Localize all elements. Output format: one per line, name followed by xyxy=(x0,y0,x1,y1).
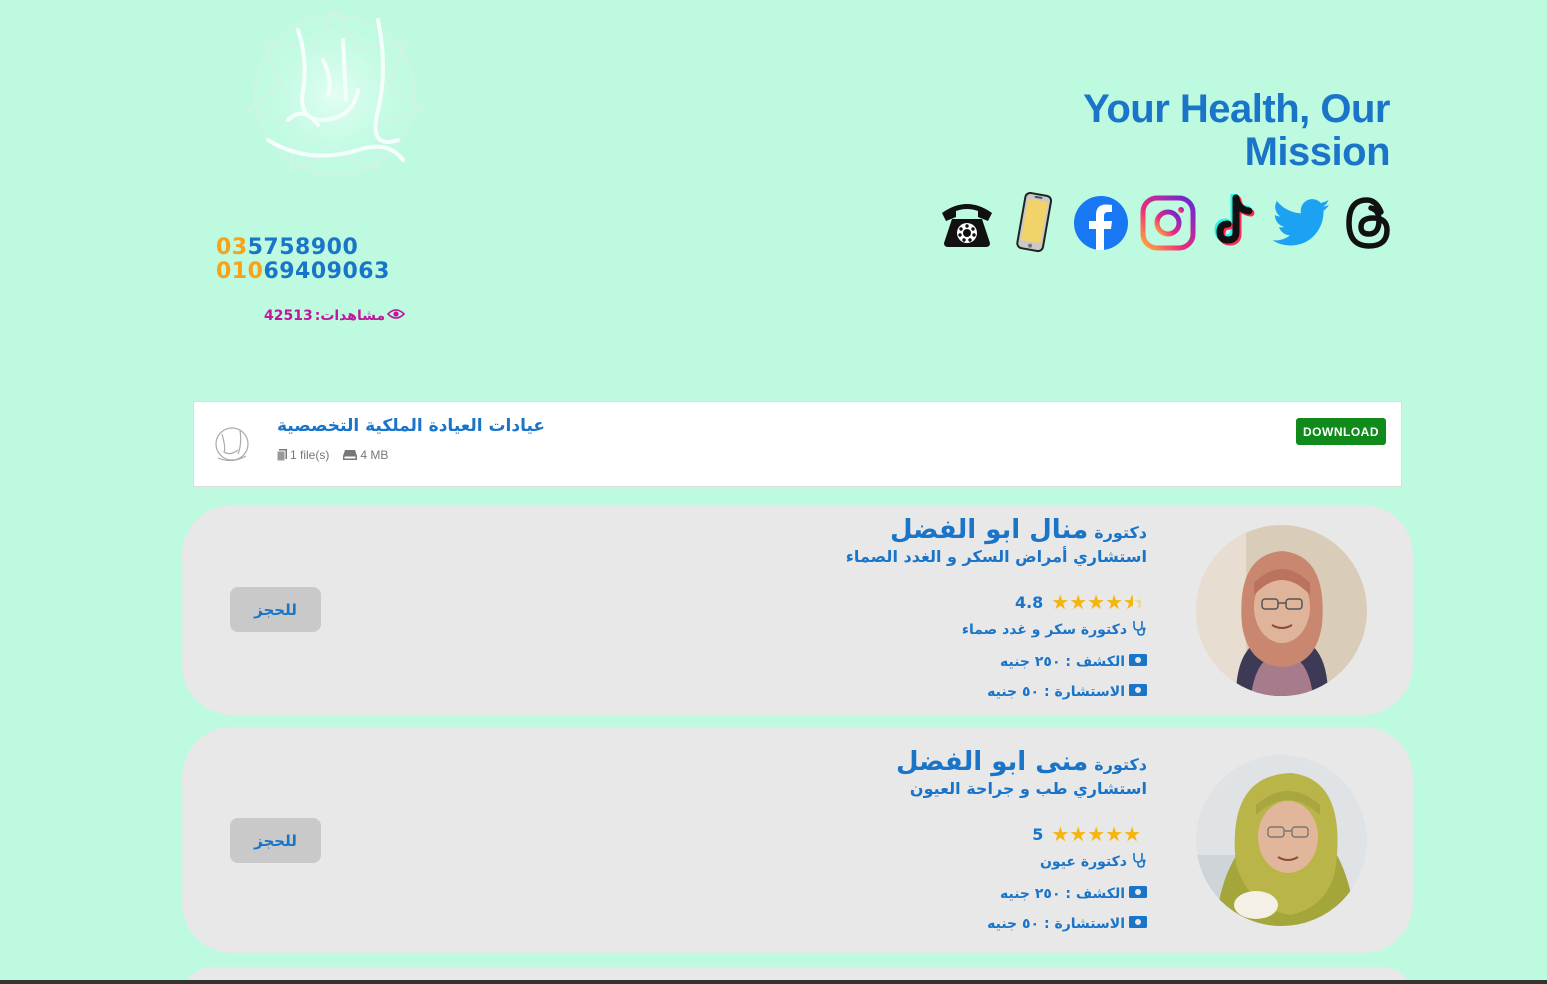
download-meta: 1 file(s) 4 MB xyxy=(277,448,388,462)
doctor-photo xyxy=(1196,755,1367,926)
doctor-info: دكتورة منى ابو الفضل استشاري طب و جراحة … xyxy=(896,747,1147,932)
doctor-prefix: دكتورة xyxy=(1094,755,1147,774)
rating-stars: ★★★★★ xyxy=(1051,822,1141,846)
doctor-card: دكتورة منال ابو الفضل استشاري أمراض السك… xyxy=(182,505,1413,715)
consult-fee-line: الاستشارة : ٥٠ جنيه xyxy=(846,684,1147,700)
money-icon xyxy=(1129,886,1147,902)
phone-numbers: 035758900 01069409063 xyxy=(216,236,390,284)
doctor-title-line: دكتورة سكر و غدد صماء xyxy=(846,620,1147,640)
download-card: عيادات العيادة الملكية التخصصية 1 file(s… xyxy=(193,401,1402,487)
tiktok-icon[interactable] xyxy=(1206,193,1264,253)
views-count: 42513 xyxy=(264,308,313,324)
files-icon xyxy=(277,449,287,461)
rating-stars: ★★★★★★ xyxy=(1051,590,1141,614)
twitter-icon[interactable] xyxy=(1273,193,1331,253)
facebook-icon[interactable] xyxy=(1072,193,1130,253)
threads-icon[interactable] xyxy=(1340,193,1398,253)
exam-fee-line: الكشف : ٢٥٠ جنيه xyxy=(846,654,1147,670)
book-button[interactable]: للحجز xyxy=(230,587,321,632)
telephone-icon[interactable] xyxy=(938,193,996,253)
instagram-icon[interactable] xyxy=(1139,193,1197,253)
doctor-rating: ★★★★★★ 4.8 xyxy=(846,590,1147,614)
phone-mobile[interactable]: 01069409063 xyxy=(216,260,390,284)
file-size: 4 MB xyxy=(343,448,388,462)
stethoscope-icon xyxy=(1131,620,1147,640)
bottom-edge-bar xyxy=(0,980,1547,984)
download-thumbnail xyxy=(212,422,252,466)
consult-fee-line: الاستشارة : ٥٠ جنيه xyxy=(896,916,1147,932)
doctor-card: دكتورة منى ابو الفضل استشاري طب و جراحة … xyxy=(182,727,1413,953)
doctor-title-line: دكتورة عيون xyxy=(896,852,1147,872)
rating-value: 5 xyxy=(1032,824,1044,844)
money-icon xyxy=(1129,916,1147,932)
mobile-icon[interactable] xyxy=(1005,192,1063,253)
files-count: 1 file(s) xyxy=(277,448,329,462)
social-links xyxy=(938,192,1398,253)
tagline: Your Health, Our Mission xyxy=(1083,87,1390,174)
stethoscope-icon xyxy=(1131,852,1147,872)
book-button[interactable]: للحجز xyxy=(230,818,321,863)
download-button[interactable]: DOWNLOAD xyxy=(1296,418,1386,445)
doctor-specialty: استشاري طب و جراحة العيون xyxy=(909,779,1147,798)
download-title[interactable]: عيادات العيادة الملكية التخصصية xyxy=(277,416,545,436)
money-icon xyxy=(1129,684,1147,700)
eye-icon xyxy=(387,308,406,324)
doctor-rating: ★★★★★ 5 xyxy=(896,822,1147,846)
doctor-prefix: دكتورة xyxy=(1094,523,1147,542)
doctor-info: دكتورة منال ابو الفضل استشاري أمراض السك… xyxy=(846,515,1147,700)
rating-value: 4.8 xyxy=(1014,592,1044,612)
clinic-logo xyxy=(228,0,443,190)
money-icon xyxy=(1129,654,1147,670)
drive-icon xyxy=(343,450,358,460)
phone-landline[interactable]: 035758900 xyxy=(216,236,390,260)
doctor-name: منى ابو الفضل xyxy=(895,747,1089,777)
views-counter: 42513 مشاهدات: xyxy=(264,308,406,324)
doctor-photo xyxy=(1196,525,1367,696)
doctor-name: منال ابو الفضل xyxy=(889,515,1089,545)
views-label: مشاهدات: xyxy=(314,308,386,324)
exam-fee-line: الكشف : ٢٥٠ جنيه xyxy=(896,886,1147,902)
doctor-specialty: استشاري أمراض السكر و الغدد الصماء xyxy=(845,547,1147,566)
